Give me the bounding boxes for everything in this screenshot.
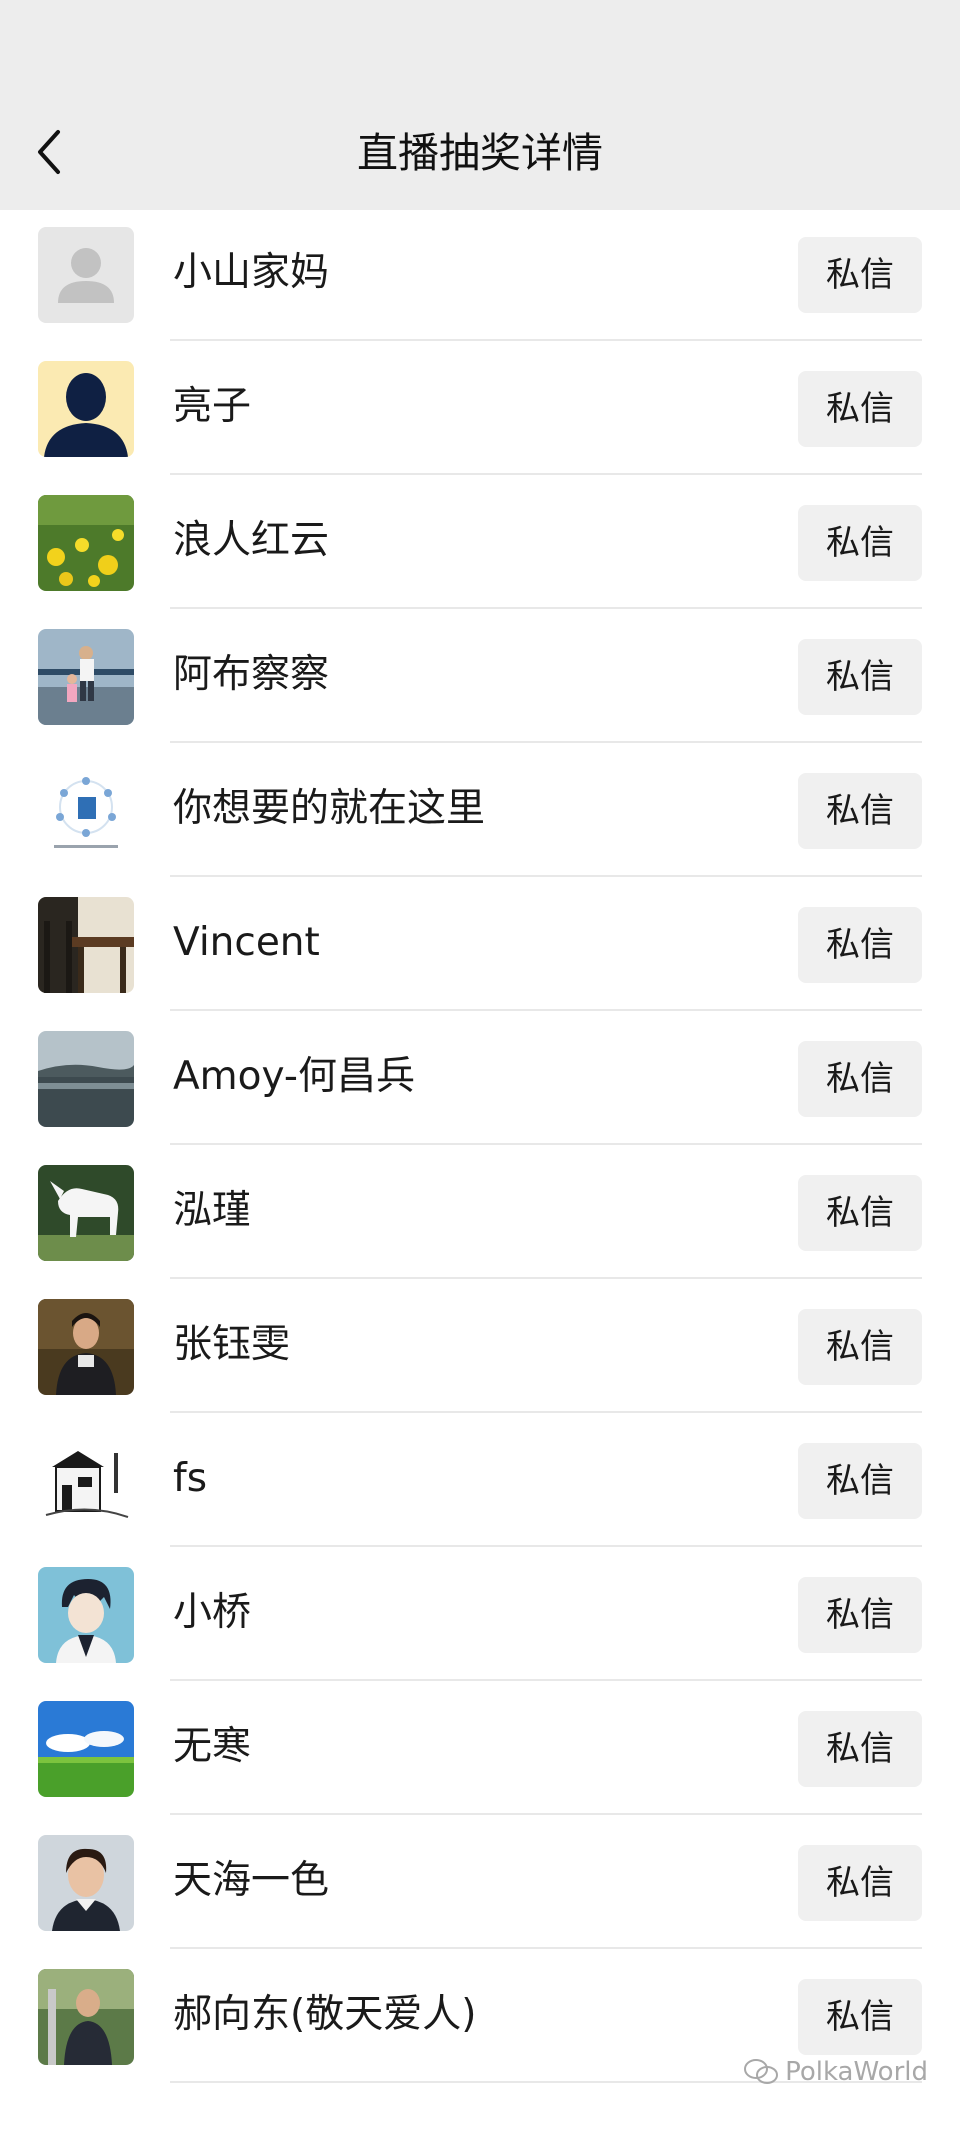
list-item[interactable]: 你想要的就在这里 私信 <box>0 743 960 877</box>
winner-name: 泓瑾 <box>173 1188 252 1233</box>
winner-name: 浪人红云 <box>173 518 330 563</box>
watermark-text: PolkaWorld <box>785 2057 928 2087</box>
message-button[interactable]: 私信 <box>798 505 922 581</box>
watermark: PolkaWorld <box>743 2057 928 2087</box>
avatar[interactable] <box>38 1969 134 2065</box>
message-button[interactable]: 私信 <box>798 1577 922 1653</box>
list-item[interactable]: 张钰雯 私信 <box>0 1279 960 1413</box>
avatar[interactable] <box>38 1433 134 1529</box>
nav-bar: 直播抽奖详情 <box>0 0 960 210</box>
list-item[interactable]: fs 私信 <box>0 1413 960 1547</box>
avatar[interactable] <box>38 227 134 323</box>
avatar[interactable] <box>38 1031 134 1127</box>
message-button[interactable]: 私信 <box>798 907 922 983</box>
wechat-icon <box>744 2059 779 2084</box>
page-title: 直播抽奖详情 <box>357 129 603 177</box>
list-item[interactable]: 阿布察察 私信 <box>0 609 960 743</box>
avatar[interactable] <box>38 495 134 591</box>
message-button[interactable]: 私信 <box>798 1041 922 1117</box>
list-item[interactable]: 无寒 私信 <box>0 1681 960 1815</box>
message-button[interactable]: 私信 <box>798 1711 922 1787</box>
message-button[interactable]: 私信 <box>798 639 922 715</box>
list-item[interactable]: 小桥 私信 <box>0 1547 960 1681</box>
list-item[interactable]: 小山家妈 私信 <box>0 207 960 341</box>
message-button[interactable]: 私信 <box>798 237 922 313</box>
winner-name: 天海一色 <box>173 1858 330 1903</box>
winner-list[interactable]: 大哥 私信 小山家妈 私信 亮子 私信 浪人红云 私信 阿布察察 私信 <box>0 93 960 2083</box>
avatar[interactable] <box>38 1299 134 1395</box>
avatar[interactable] <box>38 361 134 457</box>
winner-name: 小山家妈 <box>173 250 330 295</box>
winner-name: 无寒 <box>173 1724 252 1769</box>
winner-name: 亮子 <box>173 384 252 429</box>
message-button[interactable]: 私信 <box>798 371 922 447</box>
list-item[interactable]: Vincent 私信 <box>0 877 960 1011</box>
list-item[interactable]: 天海一色 私信 <box>0 1815 960 1949</box>
avatar[interactable] <box>38 1701 134 1797</box>
winner-name: 张钰雯 <box>173 1322 291 1367</box>
avatar[interactable] <box>38 1165 134 1261</box>
winner-name: Amoy-何昌兵 <box>173 1054 415 1099</box>
winner-name: 阿布察察 <box>173 652 330 697</box>
winner-name: Vincent <box>173 920 320 965</box>
winner-name: 郝向东(敬天爱人) <box>173 1992 477 2037</box>
winner-name: 小桥 <box>173 1590 252 1635</box>
avatar[interactable] <box>38 1835 134 1931</box>
message-button[interactable]: 私信 <box>798 1443 922 1519</box>
avatar[interactable] <box>38 897 134 993</box>
list-item[interactable]: 浪人红云 私信 <box>0 475 960 609</box>
avatar[interactable] <box>38 1567 134 1663</box>
winner-name: fs <box>173 1456 208 1501</box>
message-button[interactable]: 私信 <box>798 773 922 849</box>
message-button[interactable]: 私信 <box>798 1175 922 1251</box>
avatar[interactable] <box>38 629 134 725</box>
avatar[interactable] <box>38 763 134 859</box>
message-button[interactable]: 私信 <box>798 1309 922 1385</box>
message-button[interactable]: 私信 <box>798 1845 922 1921</box>
list-item[interactable]: 泓瑾 私信 <box>0 1145 960 1279</box>
winner-name: 你想要的就在这里 <box>173 786 486 831</box>
list-item[interactable]: 亮子 私信 <box>0 341 960 475</box>
message-button[interactable]: 私信 <box>798 1979 922 2055</box>
list-item[interactable]: Amoy-何昌兵 私信 <box>0 1011 960 1145</box>
